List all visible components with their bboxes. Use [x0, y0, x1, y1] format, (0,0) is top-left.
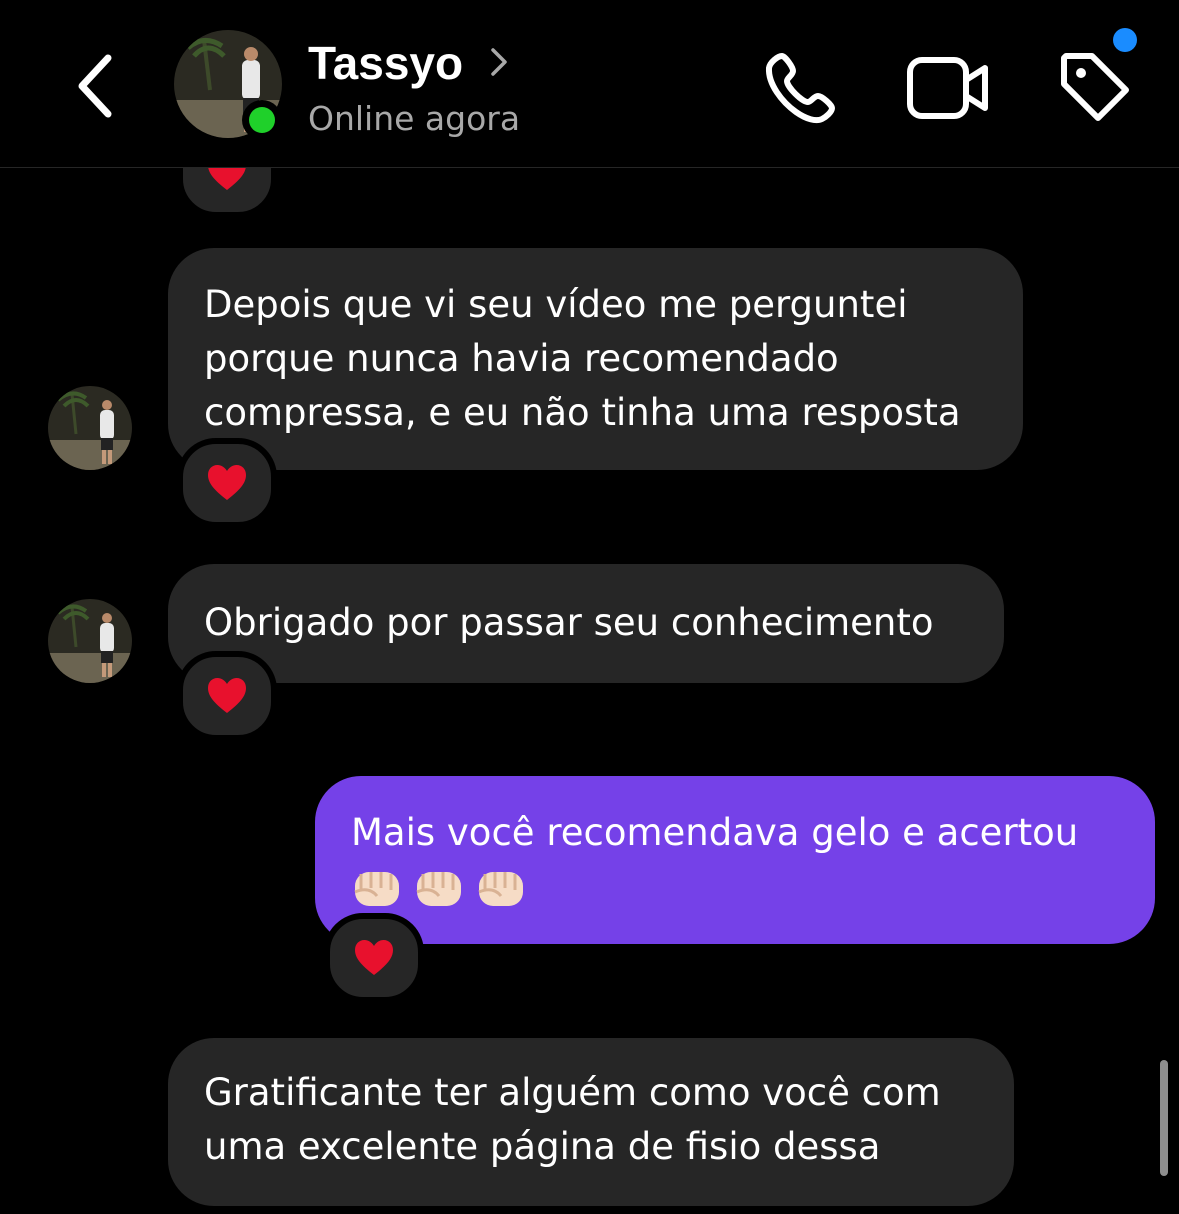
reaction-heart[interactable] [177, 651, 277, 741]
oncoming-fist-icon [354, 872, 399, 906]
reaction-heart[interactable] [324, 913, 424, 1003]
contact-status: Online agora [308, 99, 521, 138]
heart-icon [208, 678, 246, 713]
message-text-line: uma excelente página de fisio dessa [204, 1125, 881, 1168]
message-text-line: compressa, e eu não tinha uma resposta [204, 391, 961, 434]
message-bubble-incoming[interactable]: Gratificante ter alguém como você com um… [168, 1038, 1014, 1206]
oncoming-fist-icon [478, 872, 523, 906]
message-text-line: Mais você recomendava gelo e acertou [351, 811, 1079, 854]
notification-dot [1113, 28, 1137, 52]
message-text-line: Gratificante ter alguém como você com [204, 1071, 941, 1114]
chevron-left-icon[interactable] [66, 46, 126, 126]
message-text-line: Depois que vi seu vídeo me perguntei [204, 283, 908, 326]
reaction-heart[interactable] [177, 438, 277, 528]
avatar-photo [48, 599, 132, 683]
oncoming-fist-icon [416, 872, 461, 906]
video-camera-icon[interactable] [905, 50, 991, 126]
emoji-row [351, 860, 1119, 914]
sender-avatar[interactable] [48, 386, 132, 470]
contact-name[interactable]: Tassyo [308, 35, 463, 91]
heart-icon [208, 465, 246, 500]
message-bubble-incoming[interactable]: Obrigado por passar seu conhecimento [168, 564, 1004, 683]
message-text-line: Obrigado por passar seu conhecimento [204, 601, 934, 644]
chat-screen: Tassyo Online agora Depois que vi seu ví… [0, 0, 1179, 1214]
avatar-photo [48, 386, 132, 470]
tag-icon[interactable] [1054, 46, 1136, 128]
chat-header: Tassyo Online agora [0, 0, 1179, 168]
heart-icon [355, 940, 393, 975]
online-status-indicator [242, 100, 282, 140]
message-bubble-incoming[interactable]: Depois que vi seu vídeo me perguntei por… [168, 248, 1023, 470]
message-bubble-outgoing[interactable]: Mais você recomendava gelo e acertou [315, 776, 1155, 944]
phone-icon[interactable] [760, 48, 840, 128]
sender-avatar[interactable] [48, 599, 132, 683]
message-text-line: porque nunca havia recomendado [204, 337, 839, 380]
scrollbar[interactable] [1160, 1060, 1168, 1176]
chevron-right-icon[interactable] [486, 44, 512, 80]
